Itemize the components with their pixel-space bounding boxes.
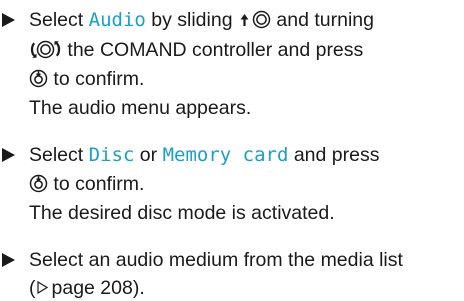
- step-3-line-2: ( page 208).: [29, 277, 145, 299]
- step-2-line-2: to confirm.: [29, 173, 144, 198]
- step-bullet-icon: [2, 13, 15, 27]
- step-1-line-3: to confirm.: [29, 68, 144, 93]
- step-text: and press: [288, 144, 380, 166]
- page-reference-triangle-icon: [36, 277, 48, 299]
- result-text: The desired disc mode is activated.: [29, 202, 335, 224]
- step-text: to confirm.: [48, 68, 145, 90]
- page-reference-link[interactable]: page 208: [52, 277, 133, 299]
- step-3-line-1: Select an audio medium from the media li…: [29, 249, 403, 271]
- step-bullet-icon: [2, 253, 15, 267]
- menu-item-disc: Disc: [88, 144, 135, 166]
- step-2-result: The desired disc mode is activated.: [29, 202, 335, 224]
- step-bullet-icon: [2, 148, 15, 162]
- step-text: (: [29, 277, 36, 299]
- step-1-line-2: the COMAND controller and press: [29, 39, 363, 64]
- controller-ring-icon: [252, 10, 271, 34]
- step-text: or: [134, 144, 163, 166]
- step-text: Select: [29, 144, 89, 166]
- step-2-line-1: Select Disc or Memory card and press: [29, 144, 379, 166]
- step-text: by sliding: [145, 9, 238, 31]
- step-1-result: The audio menu appears.: [29, 97, 251, 119]
- step-text: to confirm.: [48, 173, 145, 195]
- turn-controller-icon: [29, 40, 62, 64]
- menu-item-memory-card: Memory card: [162, 144, 289, 166]
- step-text: Select an audio medium from the media li…: [29, 249, 403, 271]
- press-controller-icon: [29, 69, 48, 93]
- press-controller-icon: [29, 174, 48, 198]
- step-text: ).: [132, 277, 145, 299]
- step-1-line-1: Select Audio by sliding and turning: [29, 9, 374, 34]
- step-text: and turning: [270, 9, 374, 31]
- menu-item-audio: Audio: [88, 9, 146, 31]
- slide-up-icon: [240, 10, 249, 32]
- step-text: Select: [29, 9, 89, 31]
- result-text: The audio menu appears.: [29, 97, 252, 119]
- step-text: the COMAND controller and press: [62, 39, 364, 61]
